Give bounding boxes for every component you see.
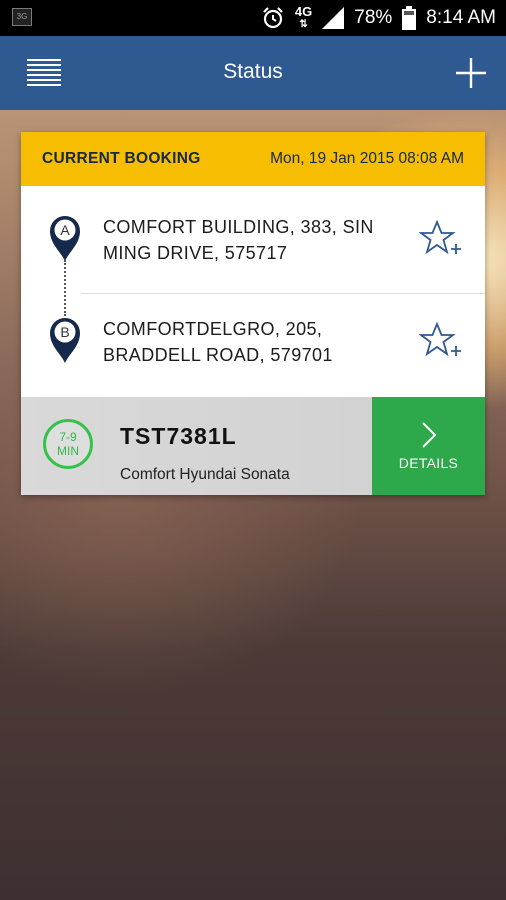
pickup-marker-letter: A — [60, 222, 70, 238]
alarm-icon — [263, 7, 283, 29]
chevron-right-icon — [421, 422, 436, 448]
vehicle-model: Comfort Hyundai Sonata — [120, 466, 290, 483]
current-booking-card: CURRENT BOOKING Mon, 19 Jan 2015 08:08 A… — [21, 132, 485, 495]
battery-percent: 78% — [354, 7, 393, 28]
pickup-location[interactable]: A COMFORT BUILDING, 383, SIN MING DRIVE,… — [21, 186, 485, 286]
details-label: DETAILS — [398, 455, 459, 471]
vehicle-info: 7-9 MIN TST7381L Comfort Hyundai Sonata — [21, 397, 372, 495]
details-button[interactable]: DETAILS — [372, 397, 485, 495]
pickup-address: COMFORT BUILDING, 383, SIN MING DRIVE, 5… — [103, 217, 374, 263]
page-title: Status — [223, 60, 283, 83]
favorite-add-star-icon[interactable] — [419, 322, 465, 362]
dropoff-address: COMFORTDELGRO, 205, BRADDELL ROAD, 57970… — [103, 319, 333, 365]
favorite-add-star-icon[interactable] — [419, 220, 465, 260]
vehicle-panel: 7-9 MIN TST7381L Comfort Hyundai Sonata … — [21, 397, 485, 495]
data-network-indicator: 4G ⇅ — [295, 5, 312, 31]
location-pin-b-icon: B — [50, 318, 80, 363]
network-badge-icon: 3G — [12, 8, 32, 26]
add-booking-button[interactable] — [454, 56, 488, 90]
vehicle-plate: TST7381L — [120, 423, 237, 449]
eta-unit: MIN — [57, 444, 79, 458]
eta-indicator: 7-9 MIN — [43, 419, 93, 469]
data-arrows-icon: ⇅ — [299, 19, 308, 30]
network-type-label: 4G — [294, 4, 313, 19]
network-badge-label: 3G — [16, 12, 28, 21]
location-pin-a-icon: A — [50, 216, 80, 261]
clock: 8:14 AM — [426, 7, 496, 28]
booking-header: CURRENT BOOKING Mon, 19 Jan 2015 08:08 A… — [21, 132, 485, 186]
status-icons: 4G ⇅ 78% 8:14 AM — [261, 0, 496, 36]
dropoff-marker-letter: B — [60, 324, 69, 340]
status-bar: 3G 4G ⇅ 78% 8:14 AM — [0, 0, 506, 36]
signal-strength-icon — [322, 7, 345, 29]
dropoff-location[interactable]: B COMFORTDELGRO, 205, BRADDELL ROAD, 579… — [21, 288, 485, 388]
battery-icon — [402, 6, 417, 30]
app-bar: Status — [0, 36, 506, 110]
current-booking-label: CURRENT BOOKING — [42, 150, 201, 167]
eta-range: 7-9 — [59, 430, 77, 444]
booking-datetime: Mon, 19 Jan 2015 08:08 AM — [270, 150, 464, 167]
